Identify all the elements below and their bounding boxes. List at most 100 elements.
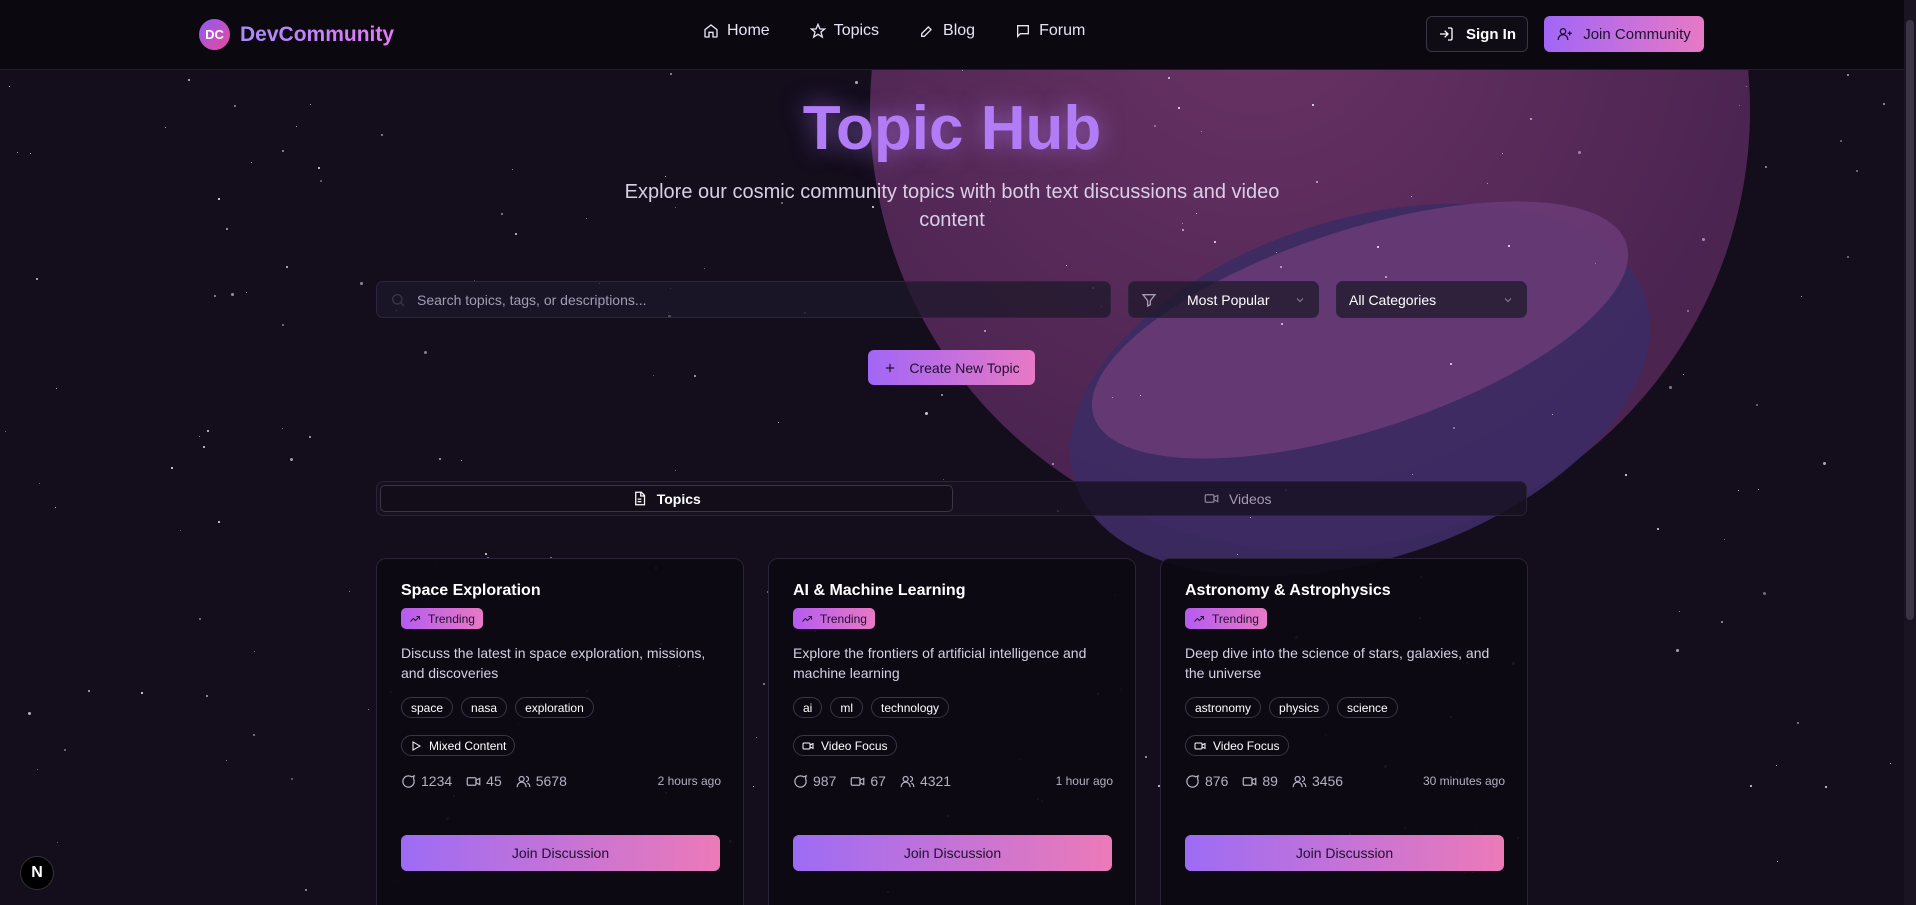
star-dot bbox=[9, 86, 10, 87]
content-type-label: Video Focus bbox=[821, 738, 888, 753]
star-dot bbox=[925, 412, 928, 415]
star-dot bbox=[1676, 649, 1679, 652]
star-dot bbox=[1847, 74, 1849, 76]
tab-topics-label: Topics bbox=[656, 490, 701, 507]
tab-topics[interactable]: Topics bbox=[380, 485, 953, 512]
star-dot bbox=[231, 293, 234, 296]
join-discussion-button[interactable]: Join Discussion bbox=[793, 835, 1112, 871]
join-discussion-button[interactable]: Join Discussion bbox=[401, 835, 720, 871]
star-dot bbox=[670, 73, 672, 75]
join-discussion-button[interactable]: Join Discussion bbox=[1185, 835, 1504, 871]
star-dot bbox=[1746, 86, 1747, 87]
nav-forum[interactable]: Forum bbox=[1015, 22, 1085, 40]
last-activity-time: 1 hour ago bbox=[1055, 774, 1113, 788]
tag-chip[interactable]: space bbox=[401, 697, 454, 718]
card-description: Discuss the latest in space exploration,… bbox=[401, 645, 706, 681]
trending-up-icon bbox=[802, 615, 812, 622]
nav-home[interactable]: Home bbox=[703, 22, 770, 40]
card-stats: 987 67 4321 1 hour ago bbox=[793, 773, 1113, 789]
page-title: Topic Hub bbox=[802, 94, 1102, 163]
star-dot bbox=[36, 278, 38, 280]
star-dot bbox=[1411, 196, 1412, 197]
logo[interactable]: DC DevCommunity bbox=[199, 19, 394, 50]
message-square-icon bbox=[1017, 25, 1030, 38]
star-dot bbox=[1237, 554, 1238, 555]
comments-stat: 987 bbox=[793, 773, 836, 789]
star-dot bbox=[962, 70, 963, 71]
star-icon bbox=[809, 23, 826, 39]
tag-chip[interactable]: technology bbox=[871, 697, 950, 718]
star-dot bbox=[653, 375, 654, 376]
star-dot bbox=[141, 692, 143, 694]
tag-chip[interactable]: ml bbox=[830, 697, 864, 718]
star-dot bbox=[1721, 621, 1723, 623]
members-stat: 4321 bbox=[900, 773, 951, 789]
sign-in-label: Sign In bbox=[1466, 25, 1516, 43]
trending-label: Trending bbox=[1212, 611, 1259, 626]
star-dot bbox=[1765, 166, 1767, 168]
chevron-down-icon bbox=[1504, 298, 1512, 303]
topic-card[interactable]: AI & Machine Learning Trending Explore t… bbox=[768, 558, 1136, 905]
trending-up-icon bbox=[1194, 615, 1204, 622]
sign-in-button[interactable]: Sign In bbox=[1426, 16, 1528, 52]
dev-tools-badge[interactable]: N bbox=[20, 856, 54, 890]
main-nav: Home Topics Blog Forum bbox=[703, 22, 1085, 40]
tag-chip[interactable]: nasa bbox=[461, 697, 508, 718]
sort-select[interactable]: Most Popular bbox=[1128, 281, 1319, 318]
join-community-label: Join Community bbox=[1583, 25, 1691, 43]
star-dot bbox=[5, 431, 6, 432]
star-dot bbox=[586, 218, 587, 219]
star-dot bbox=[1890, 763, 1891, 764]
star-dot bbox=[1595, 263, 1596, 264]
card-title: Space Exploration bbox=[401, 582, 541, 599]
content-type-badge: Video Focus bbox=[793, 735, 897, 756]
star-dot bbox=[218, 198, 220, 200]
log-in-icon bbox=[1440, 27, 1453, 41]
users-icon bbox=[516, 775, 531, 787]
tag-list: ai ml technology bbox=[793, 697, 950, 718]
category-select[interactable]: All Categories bbox=[1336, 281, 1527, 318]
tag-chip[interactable]: exploration bbox=[515, 697, 594, 718]
create-topic-button[interactable]: Create New Topic bbox=[868, 350, 1035, 385]
star-dot bbox=[318, 167, 320, 169]
video-icon bbox=[1194, 742, 1206, 749]
card-description: Explore the frontiers of artificial inte… bbox=[793, 645, 1087, 681]
topic-card[interactable]: Space Exploration Trending Discuss the l… bbox=[376, 558, 744, 905]
join-community-button[interactable]: Join Community bbox=[1544, 16, 1704, 52]
star-dot bbox=[282, 324, 284, 326]
card-title: AI & Machine Learning bbox=[793, 582, 966, 599]
top-navbar: DC DevCommunity Home Topics Blog Forum S… bbox=[0, 0, 1904, 70]
search-placeholder: Search topics, tags, or descriptions... bbox=[417, 291, 647, 308]
star-dot bbox=[1168, 77, 1170, 79]
scrollbar-thumb[interactable] bbox=[1906, 20, 1914, 620]
nav-topics[interactable]: Topics bbox=[809, 22, 879, 40]
tag-chip[interactable]: physics bbox=[1269, 697, 1330, 718]
star-dot bbox=[704, 268, 705, 269]
users-icon bbox=[900, 775, 915, 787]
star-dot bbox=[305, 889, 307, 891]
video-icon bbox=[1204, 494, 1219, 503]
star-dot bbox=[941, 394, 943, 396]
tag-chip[interactable]: ai bbox=[793, 697, 823, 718]
star-dot bbox=[1280, 266, 1282, 268]
tag-chip[interactable]: astronomy bbox=[1185, 697, 1262, 718]
video-icon bbox=[466, 776, 481, 786]
star-dot bbox=[55, 507, 56, 508]
star-dot bbox=[1250, 517, 1251, 518]
star-dot bbox=[424, 351, 427, 354]
last-activity-time: 30 minutes ago bbox=[1422, 774, 1505, 788]
nav-blog-label: Blog bbox=[943, 22, 976, 39]
star-dot bbox=[1214, 241, 1216, 243]
page-scrollbar[interactable] bbox=[1904, 0, 1916, 905]
last-activity-time: 2 hours ago bbox=[657, 774, 721, 788]
trending-label: Trending bbox=[428, 611, 475, 626]
tab-videos[interactable]: Videos bbox=[953, 485, 1524, 512]
search-input[interactable]: Search topics, tags, or descriptions... bbox=[376, 281, 1111, 318]
tag-chip[interactable]: science bbox=[1337, 697, 1398, 718]
star-dot bbox=[1625, 474, 1627, 476]
star-dot bbox=[64, 749, 66, 751]
star-dot bbox=[1724, 539, 1725, 540]
nav-blog[interactable]: Blog bbox=[919, 22, 975, 40]
trending-badge: Trending bbox=[793, 608, 875, 629]
topic-card[interactable]: Astronomy & Astrophysics Trending Deep d… bbox=[1160, 558, 1528, 905]
